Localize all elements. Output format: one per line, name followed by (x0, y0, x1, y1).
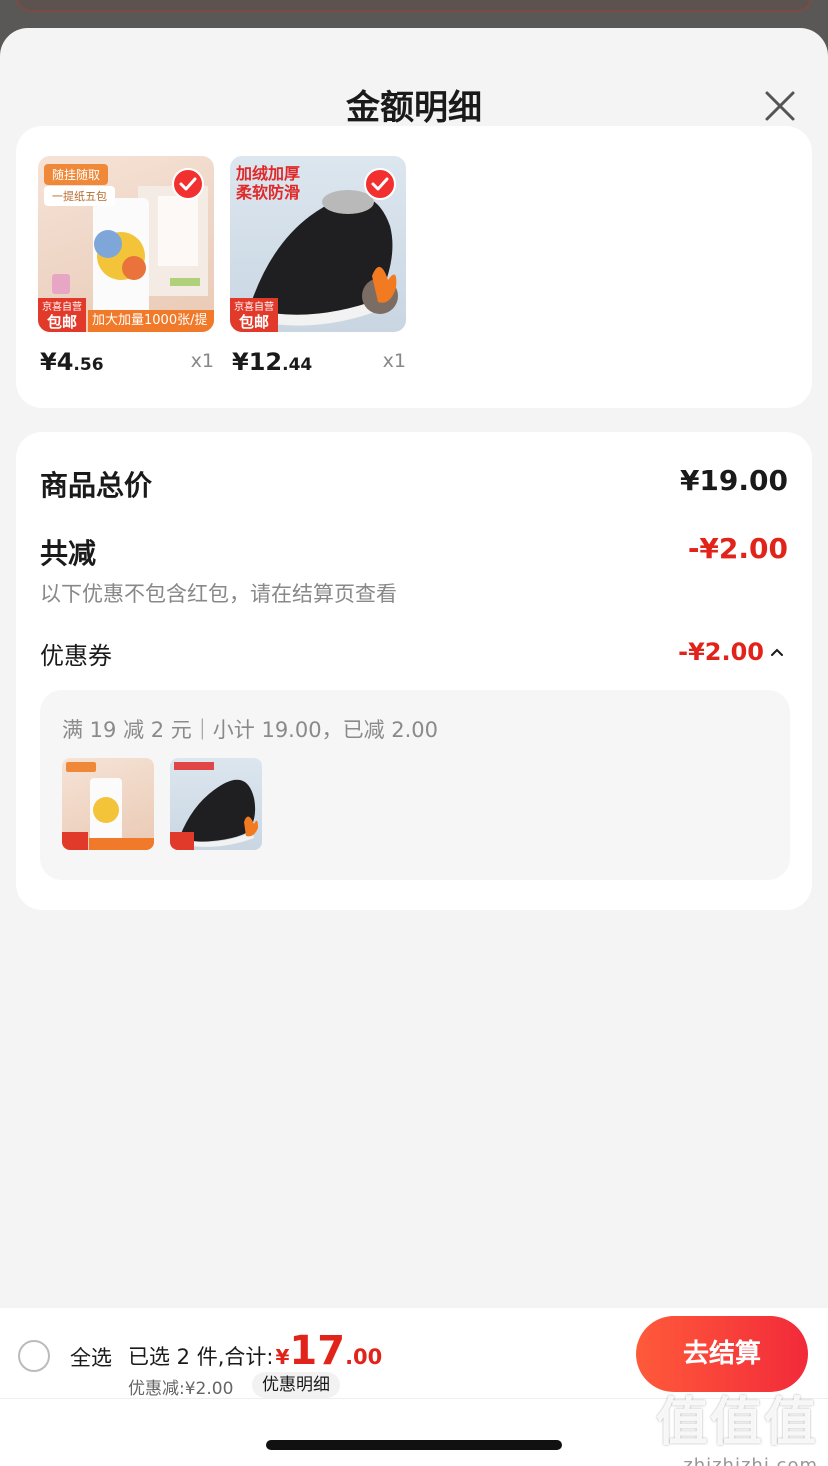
product-price: ¥4.56 (40, 348, 104, 376)
total-decimal: .00 (345, 1345, 383, 1369)
product-tag-top: 随挂随取 (44, 164, 109, 185)
selected-products-card: 随挂随取 一提纸五包 京喜自营 包邮 加大加量1000张/提 ¥4.56 x1 (16, 126, 812, 408)
product-item-tissue[interactable]: 随挂随取 一提纸五包 京喜自营 包邮 加大加量1000张/提 ¥4.56 x1 (38, 156, 216, 376)
chevron-up-icon (771, 648, 783, 656)
tissue-pack-image (62, 762, 154, 850)
selected-count-text: 已选 2 件,合计: (128, 1345, 274, 1369)
coupon-product-thumb-shoes (170, 758, 262, 850)
discount-value: -¥2.00 (687, 532, 788, 565)
price-integer: ¥12 (232, 348, 283, 376)
badge-line-2: 包邮 (238, 313, 269, 331)
product-quantity: x1 (382, 350, 406, 372)
product-item-shoes[interactable]: 加绒加厚 柔软防滑 京喜自营 包邮 ¥12.44 x1 (230, 156, 408, 376)
price-decimal: .44 (282, 355, 313, 375)
discount-detail-button[interactable]: 优惠明细 (252, 1372, 340, 1398)
self-operated-badge: 京喜自营 包邮 (230, 298, 278, 332)
select-all-radio[interactable] (18, 1340, 50, 1372)
close-button[interactable] (760, 86, 800, 126)
coupon-detail-box: 满 19 减 2 元｜小计 19.00，已减 2.00 (40, 690, 790, 880)
coupon-value: -¥2.00 (678, 638, 764, 666)
product-headline: 加绒加厚 柔软防滑 (236, 164, 300, 202)
coupon-toggle[interactable]: -¥2.00 (678, 638, 784, 666)
headline-line-2: 柔软防滑 (236, 183, 301, 202)
selected-summary: 已选 2 件,合计: ¥ 17 .00 (128, 1328, 383, 1374)
product-tag-sub: 一提纸五包 (44, 186, 115, 206)
coupon-label: 优惠券 (40, 642, 112, 670)
coupon-product-thumb-tissue (62, 758, 154, 850)
select-all-label[interactable]: 全选 (70, 1342, 112, 1372)
discount-summary: 优惠减:¥2.00 (128, 1379, 234, 1399)
total-price-value: ¥19.00 (679, 464, 788, 497)
total-price-label: 商品总价 (40, 469, 153, 502)
coupon-description: 满 19 减 2 元｜小计 19.00，已减 2.00 (62, 718, 439, 742)
discount-label: 共减 (40, 537, 97, 570)
shoe-image (170, 762, 258, 850)
headline-line-1: 加绒加厚 (236, 164, 301, 183)
background-search-bar (16, 0, 812, 12)
home-indicator[interactable] (266, 1440, 562, 1450)
site-watermark: 值值值 zhizhizhi.com (656, 1380, 818, 1466)
discount-note: 以下优惠不包含红包，请在结算页查看 (40, 582, 397, 606)
total-integer: 17 (289, 1328, 346, 1374)
watermark-domain: zhizhizhi.com (683, 1455, 818, 1466)
close-icon (765, 91, 795, 121)
price-decimal: .56 (73, 355, 104, 375)
checkout-bar: 全选 已选 2 件,合计: ¥ 17 .00 优惠减:¥2.00 优惠明细 去结… (0, 1308, 828, 1466)
price-summary-card: 商品总价 ¥19.00 共减 -¥2.00 以下优惠不包含红包，请在结算页查看 … (16, 432, 812, 910)
product-banner: 加大加量1000张/提 (88, 310, 214, 332)
product-thumbnail[interactable]: 随挂随取 一提纸五包 京喜自营 包邮 加大加量1000张/提 (38, 156, 214, 332)
total-currency: ¥ (275, 1345, 290, 1369)
product-price: ¥12.44 (232, 348, 312, 376)
watermark-logo: 值值值 (655, 1393, 818, 1453)
badge-line-2: 包邮 (46, 313, 77, 331)
sheet-title: 金额明细 (346, 88, 482, 128)
self-operated-badge: 京喜自营 包邮 (38, 298, 86, 332)
product-thumbnail[interactable]: 加绒加厚 柔软防滑 京喜自营 包邮 (230, 156, 406, 332)
product-quantity: x1 (190, 350, 214, 372)
price-integer: ¥4 (40, 348, 74, 376)
selected-check-icon[interactable] (364, 168, 396, 200)
selected-check-icon[interactable] (172, 168, 204, 200)
